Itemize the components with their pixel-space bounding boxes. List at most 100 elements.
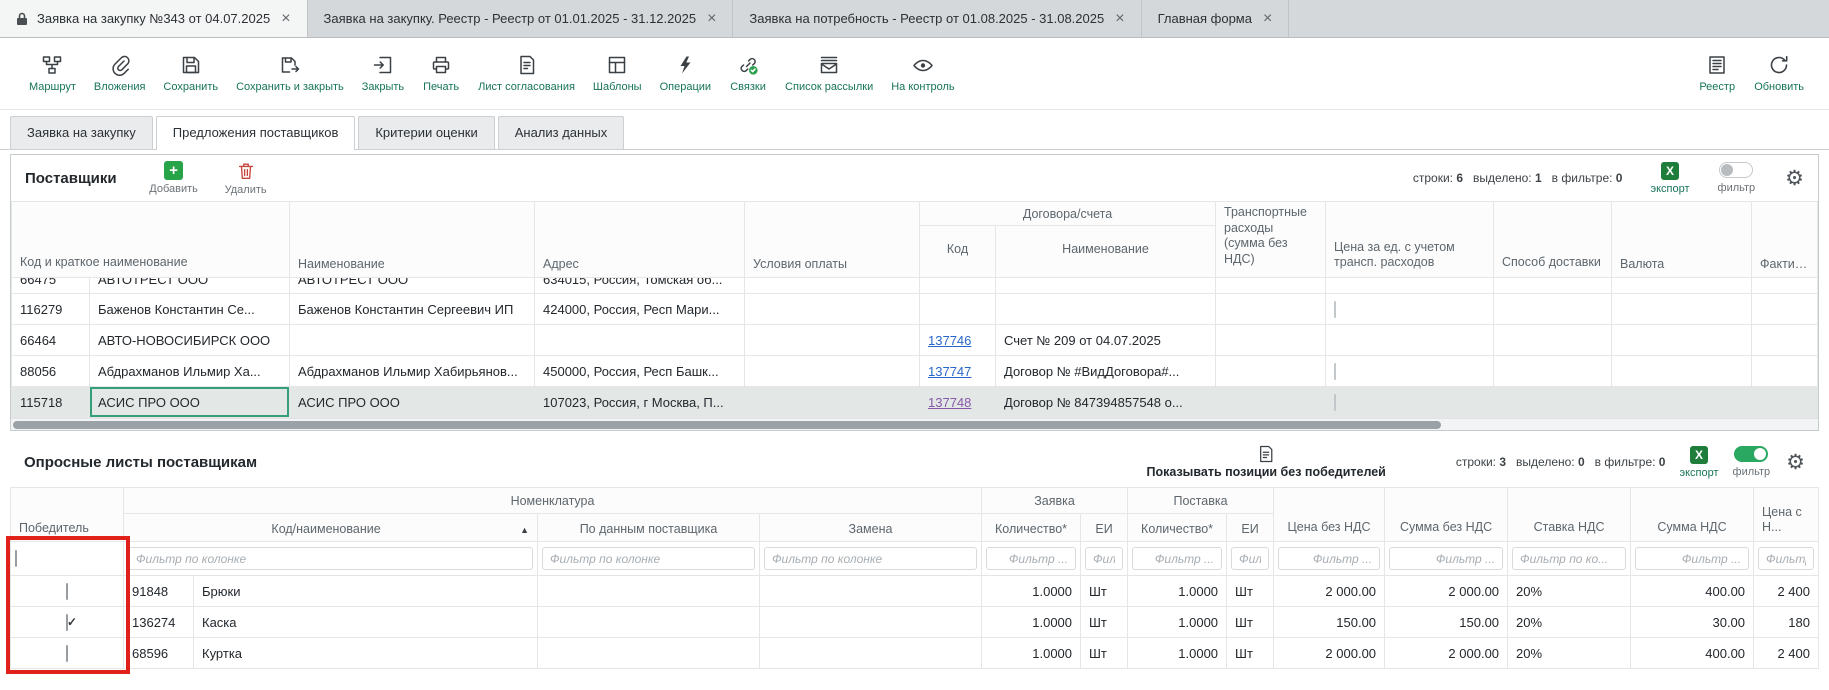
- questionnaires-settings-gear-icon[interactable]: ⚙: [1786, 452, 1805, 473]
- print-button[interactable]: Печать: [413, 49, 469, 98]
- sort-asc-icon: ▲: [520, 525, 529, 535]
- close-tab-icon[interactable]: ×: [707, 11, 716, 27]
- filter-price-no-vat-input[interactable]: [1278, 547, 1380, 570]
- show-no-winners-toggle[interactable]: Показывать позиции без победителей: [1146, 445, 1385, 479]
- col-header-transport[interactable]: Транспортные расходы (сумма без НДС): [1216, 202, 1326, 278]
- filter-price-with-vat-input[interactable]: [1758, 547, 1814, 570]
- suppliers-title: Поставщики: [25, 170, 117, 187]
- filter-sum-no-vat-input[interactable]: [1389, 547, 1503, 570]
- questionnaire-row[interactable]: 91848 Брюки 1.0000 Шт 1.0000 Шт 2 000.00…: [11, 576, 1819, 607]
- save-close-icon: [279, 54, 301, 76]
- contract-link[interactable]: 137746: [928, 333, 971, 348]
- supplier-row[interactable]: 66464 АВТО-НОВОСИБИРСК ООО 137746 Счет №…: [12, 325, 1818, 356]
- suppliers-export-button[interactable]: X экспорт: [1650, 162, 1689, 195]
- horizontal-scrollbar[interactable]: [11, 418, 1818, 430]
- col-header-ei-request[interactable]: ЕИ: [1081, 514, 1128, 542]
- save-button[interactable]: Сохранить: [154, 49, 227, 98]
- col-header-vat-rate[interactable]: Ставка НДС: [1508, 488, 1631, 542]
- supplier-row[interactable]: 88056 Абдрахманов Ильмир Ха... Абдрахман…: [12, 356, 1818, 387]
- save-and-close-button[interactable]: Сохранить и закрыть: [227, 49, 353, 98]
- supplier-row-selected[interactable]: 115718 АСИС ПРО ООО АСИС ПРО ООО 107023,…: [12, 387, 1818, 418]
- col-header-qty-request[interactable]: Количество*: [982, 514, 1081, 542]
- filter-qty-request-input[interactable]: [986, 547, 1076, 570]
- tab-evaluation-criteria[interactable]: Критерии оценки: [358, 116, 494, 149]
- route-button[interactable]: Маршрут: [20, 49, 85, 98]
- col-header-replacement[interactable]: Замена: [760, 514, 982, 542]
- questionnaires-export-button[interactable]: X экспорт: [1679, 446, 1718, 479]
- window-tab-need-registry[interactable]: Заявка на потребность - Реестр от 01.08.…: [733, 0, 1141, 37]
- row-checkbox[interactable]: [1334, 301, 1336, 318]
- refresh-button[interactable]: Обновить: [1745, 49, 1813, 98]
- col-header-name[interactable]: Наименование: [290, 202, 535, 278]
- col-header-code-name[interactable]: Код и краткое наименование: [12, 202, 290, 278]
- main-toolbar: Маршрут Вложения Сохранить Сохранить и з…: [0, 38, 1829, 110]
- close-form-icon: [372, 54, 394, 76]
- delete-supplier-button[interactable]: Удалить: [217, 161, 275, 196]
- col-header-address[interactable]: Адрес: [535, 202, 745, 278]
- col-header-unit-price[interactable]: Цена за ед. с учетом трансп. расходов: [1326, 202, 1494, 278]
- scrollbar-thumb[interactable]: [13, 421, 1441, 429]
- filter-ei-supply-input[interactable]: [1231, 547, 1269, 570]
- col-header-price-with-vat[interactable]: Цена с Н...: [1754, 488, 1819, 542]
- window-tab-purchase-registry[interactable]: Заявка на закупку. Реестр - Реестр от 01…: [308, 0, 734, 37]
- close-tab-icon[interactable]: ×: [281, 11, 290, 27]
- window-tabbar: Заявка на закупку №343 от 04.07.2025 × З…: [0, 0, 1829, 38]
- winner-checkbox[interactable]: [66, 614, 68, 631]
- questionnaire-row[interactable]: 136274 Каска 1.0000 Шт 1.0000 Шт 150.00 …: [11, 607, 1819, 638]
- filter-qty-supply-input[interactable]: [1132, 547, 1222, 570]
- col-header-contract-code[interactable]: Код: [920, 226, 996, 278]
- attachments-button[interactable]: Вложения: [85, 49, 155, 98]
- col-header-payment[interactable]: Условия оплаты: [745, 202, 920, 278]
- tab-data-analysis[interactable]: Анализ данных: [498, 116, 625, 149]
- contract-link[interactable]: 137747: [928, 364, 971, 379]
- col-header-contract-name[interactable]: Наименование: [996, 226, 1216, 278]
- toolbar-label: Печать: [423, 81, 459, 93]
- col-header-delivery[interactable]: Способ доставки: [1494, 202, 1612, 278]
- mailing-list-button[interactable]: Список рассылки: [776, 49, 882, 98]
- suppliers-settings-gear-icon[interactable]: ⚙: [1785, 168, 1804, 189]
- contract-link[interactable]: 137748: [928, 395, 971, 410]
- window-tab-purchase-request[interactable]: Заявка на закупку №343 от 04.07.2025 ×: [0, 0, 308, 37]
- filter-code-name-input[interactable]: [128, 547, 533, 570]
- close-tab-icon[interactable]: ×: [1115, 11, 1124, 27]
- questionnaires-filter-toggle[interactable]: фильтр: [1733, 446, 1771, 478]
- approval-sheet-button[interactable]: Лист согласования: [469, 49, 584, 98]
- tab-purchase-request[interactable]: Заявка на закупку: [10, 116, 153, 149]
- templates-button[interactable]: Шаблоны: [584, 49, 651, 98]
- close-tab-icon[interactable]: ×: [1263, 11, 1272, 27]
- winner-checkbox[interactable]: [66, 645, 68, 662]
- col-header-actual[interactable]: Фактиче...: [1752, 202, 1818, 278]
- links-button[interactable]: Связки: [720, 49, 776, 98]
- toggle-off-icon: [1719, 162, 1753, 178]
- col-header-vat-sum[interactable]: Сумма НДС: [1631, 488, 1754, 542]
- row-checkbox[interactable]: [1334, 394, 1336, 411]
- col-header-ei-supply[interactable]: ЕИ: [1227, 514, 1274, 542]
- tab-supplier-offers[interactable]: Предложения поставщиков: [156, 116, 356, 150]
- select-all-winners-checkbox[interactable]: [15, 550, 17, 567]
- supplier-row[interactable]: 66475 АВТОТРЕСТ ООО АВТОТРЕСТ ООО 634015…: [12, 278, 1818, 294]
- col-header-winner[interactable]: Победитель: [11, 488, 124, 542]
- col-header-currency[interactable]: Валюта: [1612, 202, 1752, 278]
- registry-button[interactable]: Реестр: [1689, 49, 1745, 98]
- col-header-price-no-vat[interactable]: Цена без НДС: [1274, 488, 1385, 542]
- filter-ei-request-input[interactable]: [1085, 547, 1123, 570]
- watch-button[interactable]: На контроль: [882, 49, 963, 98]
- filter-by-supplier-input[interactable]: [542, 547, 755, 570]
- supplier-row[interactable]: 116279 Баженов Константин Се... Баженов …: [12, 294, 1818, 325]
- winner-checkbox[interactable]: [66, 583, 68, 600]
- col-header-by-supplier[interactable]: По данным поставщика: [538, 514, 760, 542]
- filter-vat-sum-input[interactable]: [1635, 547, 1749, 570]
- filter-vat-rate-input[interactable]: [1512, 547, 1626, 570]
- col-header-qty-supply[interactable]: Количество*: [1128, 514, 1227, 542]
- add-supplier-button[interactable]: + Добавить: [145, 161, 203, 195]
- window-tab-main-form[interactable]: Главная форма ×: [1142, 0, 1290, 37]
- close-form-button[interactable]: Закрыть: [353, 49, 413, 98]
- registry-icon: [1706, 54, 1728, 76]
- filter-replacement-input[interactable]: [764, 547, 977, 570]
- row-checkbox[interactable]: [1334, 363, 1336, 380]
- col-header-sum-no-vat[interactable]: Сумма без НДС: [1385, 488, 1508, 542]
- questionnaire-row[interactable]: 68596 Куртка 1.0000 Шт 1.0000 Шт 2 000.0…: [11, 638, 1819, 669]
- suppliers-filter-toggle[interactable]: фильтр: [1718, 162, 1756, 194]
- col-header-code-name[interactable]: Код/наименование▲: [124, 514, 538, 542]
- operations-button[interactable]: Операции: [651, 49, 720, 98]
